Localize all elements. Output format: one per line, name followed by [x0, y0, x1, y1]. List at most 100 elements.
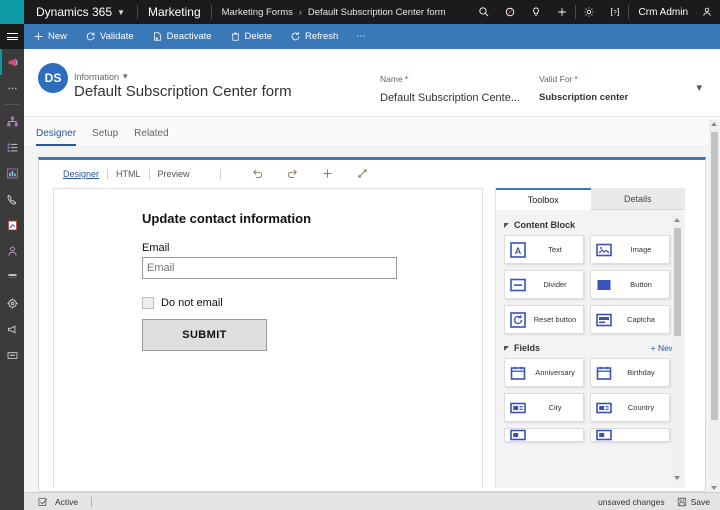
- breadcrumb-item-parent[interactable]: Marketing Forms: [222, 7, 293, 18]
- undo-icon[interactable]: [251, 167, 264, 182]
- sidebar-item-segments[interactable]: [0, 290, 24, 316]
- designer-view-tab[interactable]: Designer: [55, 169, 107, 179]
- refresh-icon: [290, 31, 301, 42]
- sidebar-item-phone[interactable]: [0, 186, 24, 212]
- tile-label: Image: [618, 245, 669, 254]
- lightbulb-icon[interactable]: [523, 0, 549, 24]
- save-button[interactable]: Save: [677, 497, 710, 507]
- chevron-right-icon: ›: [299, 7, 302, 17]
- tab-details[interactable]: Details: [591, 188, 686, 210]
- search-icon[interactable]: [471, 0, 497, 24]
- app-name[interactable]: Marketing: [138, 0, 211, 24]
- plus-icon[interactable]: [321, 167, 334, 182]
- sidebar-item-sitemap[interactable]: [0, 108, 24, 134]
- sidebar-item-marketing[interactable]: [0, 49, 24, 75]
- submit-button[interactable]: SUBMIT: [142, 319, 267, 351]
- do-not-email-checkbox[interactable]: [142, 297, 154, 309]
- breadcrumb: Marketing Forms › Default Subscription C…: [212, 7, 446, 18]
- brand-switcher[interactable]: Dynamics 365 ▼: [24, 0, 137, 24]
- tile-country[interactable]: Country: [590, 393, 670, 422]
- svg-text:A: A: [515, 246, 522, 256]
- toolbox-scrollbar[interactable]: [672, 216, 683, 482]
- tile-partial-row-2[interactable]: [590, 428, 670, 442]
- tile-divider[interactable]: Divider: [504, 270, 584, 299]
- redo-icon[interactable]: [286, 167, 299, 182]
- tile-image[interactable]: Image: [590, 235, 670, 264]
- sidebar-item-announcements[interactable]: [0, 316, 24, 342]
- topbar-actions: ? Crm Admin: [471, 0, 720, 24]
- tile-label: Reset button: [532, 315, 583, 324]
- person-icon[interactable]: [694, 0, 720, 24]
- valid-for-field[interactable]: Valid For* Subscription center: [539, 74, 689, 103]
- tile-anniversary[interactable]: Anniversary: [504, 358, 584, 387]
- new-button[interactable]: New: [24, 24, 76, 49]
- rail-divider: [4, 104, 20, 105]
- section-fields-header[interactable]: Fields + New: [504, 343, 675, 353]
- email-input[interactable]: [142, 257, 397, 279]
- site-map-button[interactable]: [0, 24, 24, 49]
- deactivate-button[interactable]: Deactivate: [143, 24, 221, 49]
- calendar-field-icon: [510, 365, 526, 381]
- delete-button[interactable]: Delete: [221, 24, 281, 49]
- filter-icon[interactable]: [497, 0, 523, 24]
- overflow-menu-button[interactable]: ⋯: [347, 24, 375, 49]
- name-field[interactable]: Name* Default Subscription Cente...: [380, 74, 530, 104]
- scroll-down-arrow-icon[interactable]: [711, 486, 717, 490]
- help-icon[interactable]: ?: [602, 0, 628, 24]
- validate-button[interactable]: Validate: [76, 24, 143, 49]
- toolbox-panel: Toolbox Details Content Block: [495, 188, 685, 488]
- tab-setup[interactable]: Setup: [92, 128, 118, 146]
- tab-related[interactable]: Related: [134, 128, 168, 146]
- sidebar-item-recent[interactable]: [0, 75, 24, 101]
- sidebar-item-journey[interactable]: [0, 212, 24, 238]
- html-view-tab[interactable]: HTML: [108, 169, 149, 179]
- sidebar-item-dashboard[interactable]: [0, 160, 24, 186]
- unsaved-changes-label: unsaved changes: [598, 497, 665, 507]
- tile-city[interactable]: City: [504, 393, 584, 422]
- field-tiles: Anniversary Birthday City: [504, 358, 675, 442]
- divider-block-icon: [510, 277, 526, 293]
- refresh-button-label: Refresh: [305, 31, 338, 42]
- delete-button-label: Delete: [245, 31, 272, 42]
- sidebar-item-contacts[interactable]: [0, 238, 24, 264]
- text-field-icon: [596, 428, 612, 442]
- tile-button[interactable]: Button: [590, 270, 670, 299]
- page-scroll-thumb[interactable]: [711, 132, 718, 420]
- scroll-down-arrow-icon[interactable]: [674, 476, 680, 480]
- name-field-label: Name*: [380, 74, 530, 84]
- section-content-block-header[interactable]: Content Block: [504, 220, 675, 230]
- sidebar-item-list[interactable]: [0, 134, 24, 160]
- tile-text[interactable]: A Text: [504, 235, 584, 264]
- megaphone-icon: [7, 56, 20, 69]
- do-not-email-checkbox-row[interactable]: Do not email: [142, 297, 482, 309]
- user-name-label[interactable]: Crm Admin: [629, 7, 694, 18]
- form-canvas[interactable]: Update contact information Email Do not …: [53, 188, 483, 488]
- tile-reset-button[interactable]: Reset button: [504, 305, 584, 334]
- top-navigation-bar: Dynamics 365 ▼ Marketing Marketing Forms…: [0, 0, 720, 24]
- dashboard-icon: [6, 167, 19, 180]
- tab-designer[interactable]: Designer: [36, 128, 76, 146]
- tile-label: Button: [618, 280, 669, 289]
- status-left: Active: [24, 497, 92, 507]
- plus-icon[interactable]: [549, 0, 575, 24]
- tile-partial-row[interactable]: [504, 428, 584, 442]
- header-expand-chevron-icon[interactable]: ▾: [696, 81, 702, 94]
- refresh-button[interactable]: Refresh: [281, 24, 347, 49]
- tile-captcha[interactable]: Captcha: [590, 305, 670, 334]
- tile-birthday[interactable]: Birthday: [590, 358, 670, 387]
- form-selector[interactable]: Information ▾: [74, 71, 128, 82]
- preview-view-tab[interactable]: Preview: [150, 169, 198, 179]
- expand-icon[interactable]: [356, 167, 369, 182]
- sidebar-item-accounts[interactable]: [0, 264, 24, 290]
- scroll-up-arrow-icon[interactable]: [711, 122, 717, 126]
- expand-triangle-icon: [504, 223, 509, 228]
- scroll-up-arrow-icon[interactable]: [674, 218, 680, 222]
- brand-label: Dynamics 365: [36, 5, 112, 19]
- toolbox-scroll-thumb[interactable]: [674, 228, 681, 336]
- sidebar-item-inbox[interactable]: [0, 342, 24, 368]
- calendar-field-icon: [596, 365, 612, 381]
- gear-icon[interactable]: [576, 0, 602, 24]
- active-icon: [38, 497, 48, 507]
- page-scrollbar[interactable]: [709, 120, 720, 492]
- tab-toolbox[interactable]: Toolbox: [496, 188, 591, 210]
